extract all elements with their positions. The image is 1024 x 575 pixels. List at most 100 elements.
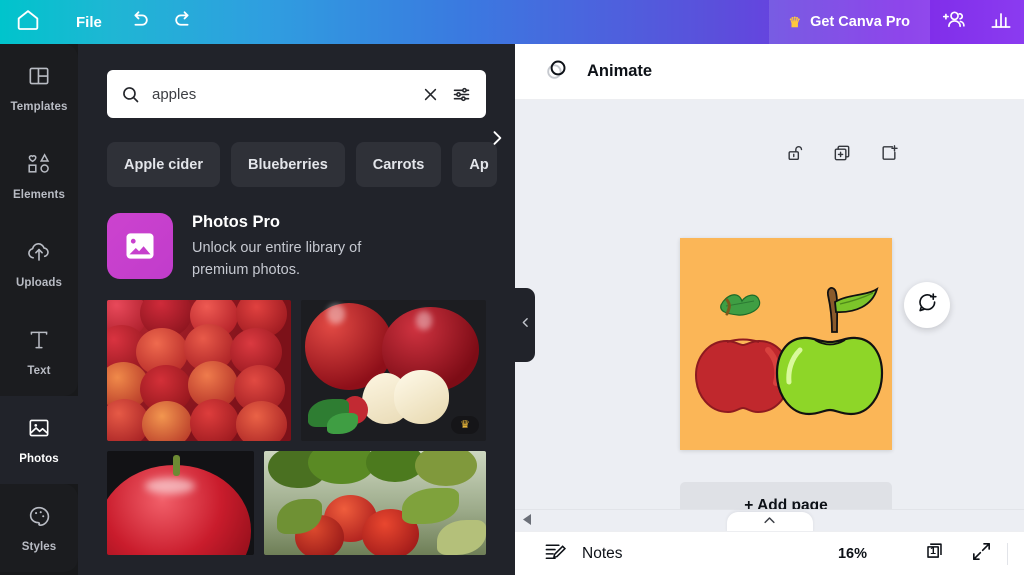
chip-blueberries[interactable]: Blueberries <box>230 142 345 187</box>
editor-area: Animate + Add page Notes 16% 1 <box>515 44 1024 575</box>
photos-icon <box>26 415 52 446</box>
duplicate-page-icon <box>832 143 852 168</box>
photo-result-red-apples-sliced[interactable]: ♛ <box>301 299 486 441</box>
get-canva-pro-button[interactable]: ♛ Get Canva Pro <box>768 0 930 44</box>
templates-icon <box>26 63 52 94</box>
home-icon <box>15 7 41 38</box>
add-comment-button[interactable] <box>904 282 950 328</box>
elements-icon <box>25 151 53 182</box>
photo-thumbnail <box>107 299 292 441</box>
chip-carrots[interactable]: Carrots <box>355 142 442 187</box>
sidebar-item-elements[interactable]: Elements <box>0 132 78 220</box>
redo-button[interactable] <box>162 0 208 44</box>
expand-pages-tab[interactable] <box>726 512 813 533</box>
zoom-level[interactable]: 16% <box>838 546 867 562</box>
photo-thumbnail <box>107 450 254 555</box>
filter-sliders-icon[interactable] <box>451 84 472 105</box>
notes-pencil-icon <box>543 539 568 569</box>
sidebar-item-label: Uploads <box>15 277 63 289</box>
apple-slice <box>393 370 449 425</box>
chevron-up-icon <box>762 513 777 531</box>
crown-icon: ♛ <box>460 419 470 432</box>
unlock-icon <box>785 143 805 168</box>
undo-button[interactable] <box>116 0 162 44</box>
search-box[interactable]: apples <box>107 70 486 118</box>
image-photo-icon <box>107 213 173 279</box>
highlight <box>415 311 433 330</box>
photos-pro-text: Photos Pro Unlock our entire library of … <box>192 213 417 282</box>
notes-label: Notes <box>582 544 623 562</box>
sidebar-item-text[interactable]: Text <box>0 308 78 396</box>
photo-result-apples-on-tree[interactable] <box>263 450 486 555</box>
collapse-panel-button[interactable] <box>515 288 535 362</box>
photo-result-red-apples-pile[interactable] <box>107 299 292 441</box>
page-count: 1 <box>930 545 936 557</box>
redo-icon <box>172 7 197 37</box>
chip-apple-cider[interactable]: Apple cider <box>107 142 220 187</box>
photos-pro-subtitle: Unlock our entire library of premium pho… <box>192 240 362 279</box>
insights-button[interactable] <box>977 0 1024 44</box>
green-apple-illustration <box>775 286 884 416</box>
sidebar-group-bottom: Styles <box>0 484 78 572</box>
photo-thumbnail <box>263 450 486 555</box>
toolbar-divider <box>1007 542 1008 565</box>
top-toolbar: File ♛ Get Canva Pro <box>0 0 1024 44</box>
triangle-left-icon <box>522 512 532 530</box>
animate-toolbar: Animate <box>515 44 1024 100</box>
sidebar-item-templates[interactable]: Templates <box>0 44 78 132</box>
fullscreen-expand-icon <box>970 542 993 567</box>
bottom-toolbar: Notes 16% 1 <box>515 531 1024 575</box>
apple-shape <box>235 401 288 441</box>
animate-button[interactable]: Animate <box>587 62 652 81</box>
text-icon <box>26 327 52 358</box>
photos-pro-title: Photos Pro <box>192 213 281 231</box>
share-button[interactable] <box>930 0 977 44</box>
search-icon <box>120 84 141 105</box>
add-page-icon <box>879 143 899 168</box>
add-user-icon <box>940 6 967 38</box>
home-button[interactable] <box>0 0 56 44</box>
sidebar-item-photos[interactable]: Photos <box>0 396 78 484</box>
sidebar-item-label: Photos <box>19 453 59 465</box>
chevron-right-icon <box>487 128 507 153</box>
sidebar-group-top: Templates Elements Uploads Text <box>0 44 78 396</box>
canva-editor-window: File ♛ Get Canva Pro Templates Elements … <box>0 0 1024 575</box>
add-page-button-top[interactable] <box>879 143 899 168</box>
close-icon[interactable] <box>421 85 440 104</box>
sidebar-item-uploads[interactable]: Uploads <box>0 220 78 308</box>
search-input[interactable]: apples <box>152 86 410 103</box>
crown-icon: ♛ <box>788 14 802 30</box>
notes-button[interactable]: Notes <box>543 539 623 569</box>
sidebar-item-label: Text <box>27 365 51 377</box>
undo-icon <box>126 7 151 37</box>
sidebar-item-styles[interactable]: Styles <box>0 484 78 572</box>
sidebar-item-label: Elements <box>13 189 65 201</box>
sidebar-item-label: Styles <box>21 541 57 553</box>
lock-page-button[interactable] <box>785 143 805 168</box>
upload-cloud-icon <box>25 239 53 270</box>
apple-shape <box>141 401 192 441</box>
animate-circles-icon <box>543 56 570 88</box>
highlight <box>145 477 196 494</box>
red-apple-illustration <box>694 294 792 414</box>
file-menu-button[interactable]: File <box>62 14 116 31</box>
scroll-left-button[interactable] <box>515 512 539 530</box>
get-canva-pro-label: Get Canva Pro <box>810 14 910 30</box>
styles-palette-icon <box>26 503 52 534</box>
sidebar-item-label: Templates <box>10 101 68 113</box>
page-tools <box>785 143 899 168</box>
bar-chart-icon <box>988 7 1014 38</box>
page-artwork <box>694 286 884 416</box>
duplicate-page-button[interactable] <box>832 143 852 168</box>
fullscreen-button[interactable] <box>970 540 993 568</box>
page-manager-button[interactable]: 1 <box>923 539 948 569</box>
left-sidebar: Templates Elements Uploads Text Photos S… <box>0 44 78 575</box>
premium-crown-badge: ♛ <box>451 415 479 434</box>
photo-grid-row: ♛ <box>107 299 486 441</box>
canvas-area: + Add page <box>515 100 1024 529</box>
photo-result-single-red-apple[interactable] <box>107 450 254 555</box>
chips-next-button[interactable] <box>487 118 515 163</box>
photos-pro-banner[interactable]: Photos Pro Unlock our entire library of … <box>78 187 515 282</box>
search-section: apples <box>78 44 515 118</box>
canvas-page[interactable] <box>680 238 892 450</box>
